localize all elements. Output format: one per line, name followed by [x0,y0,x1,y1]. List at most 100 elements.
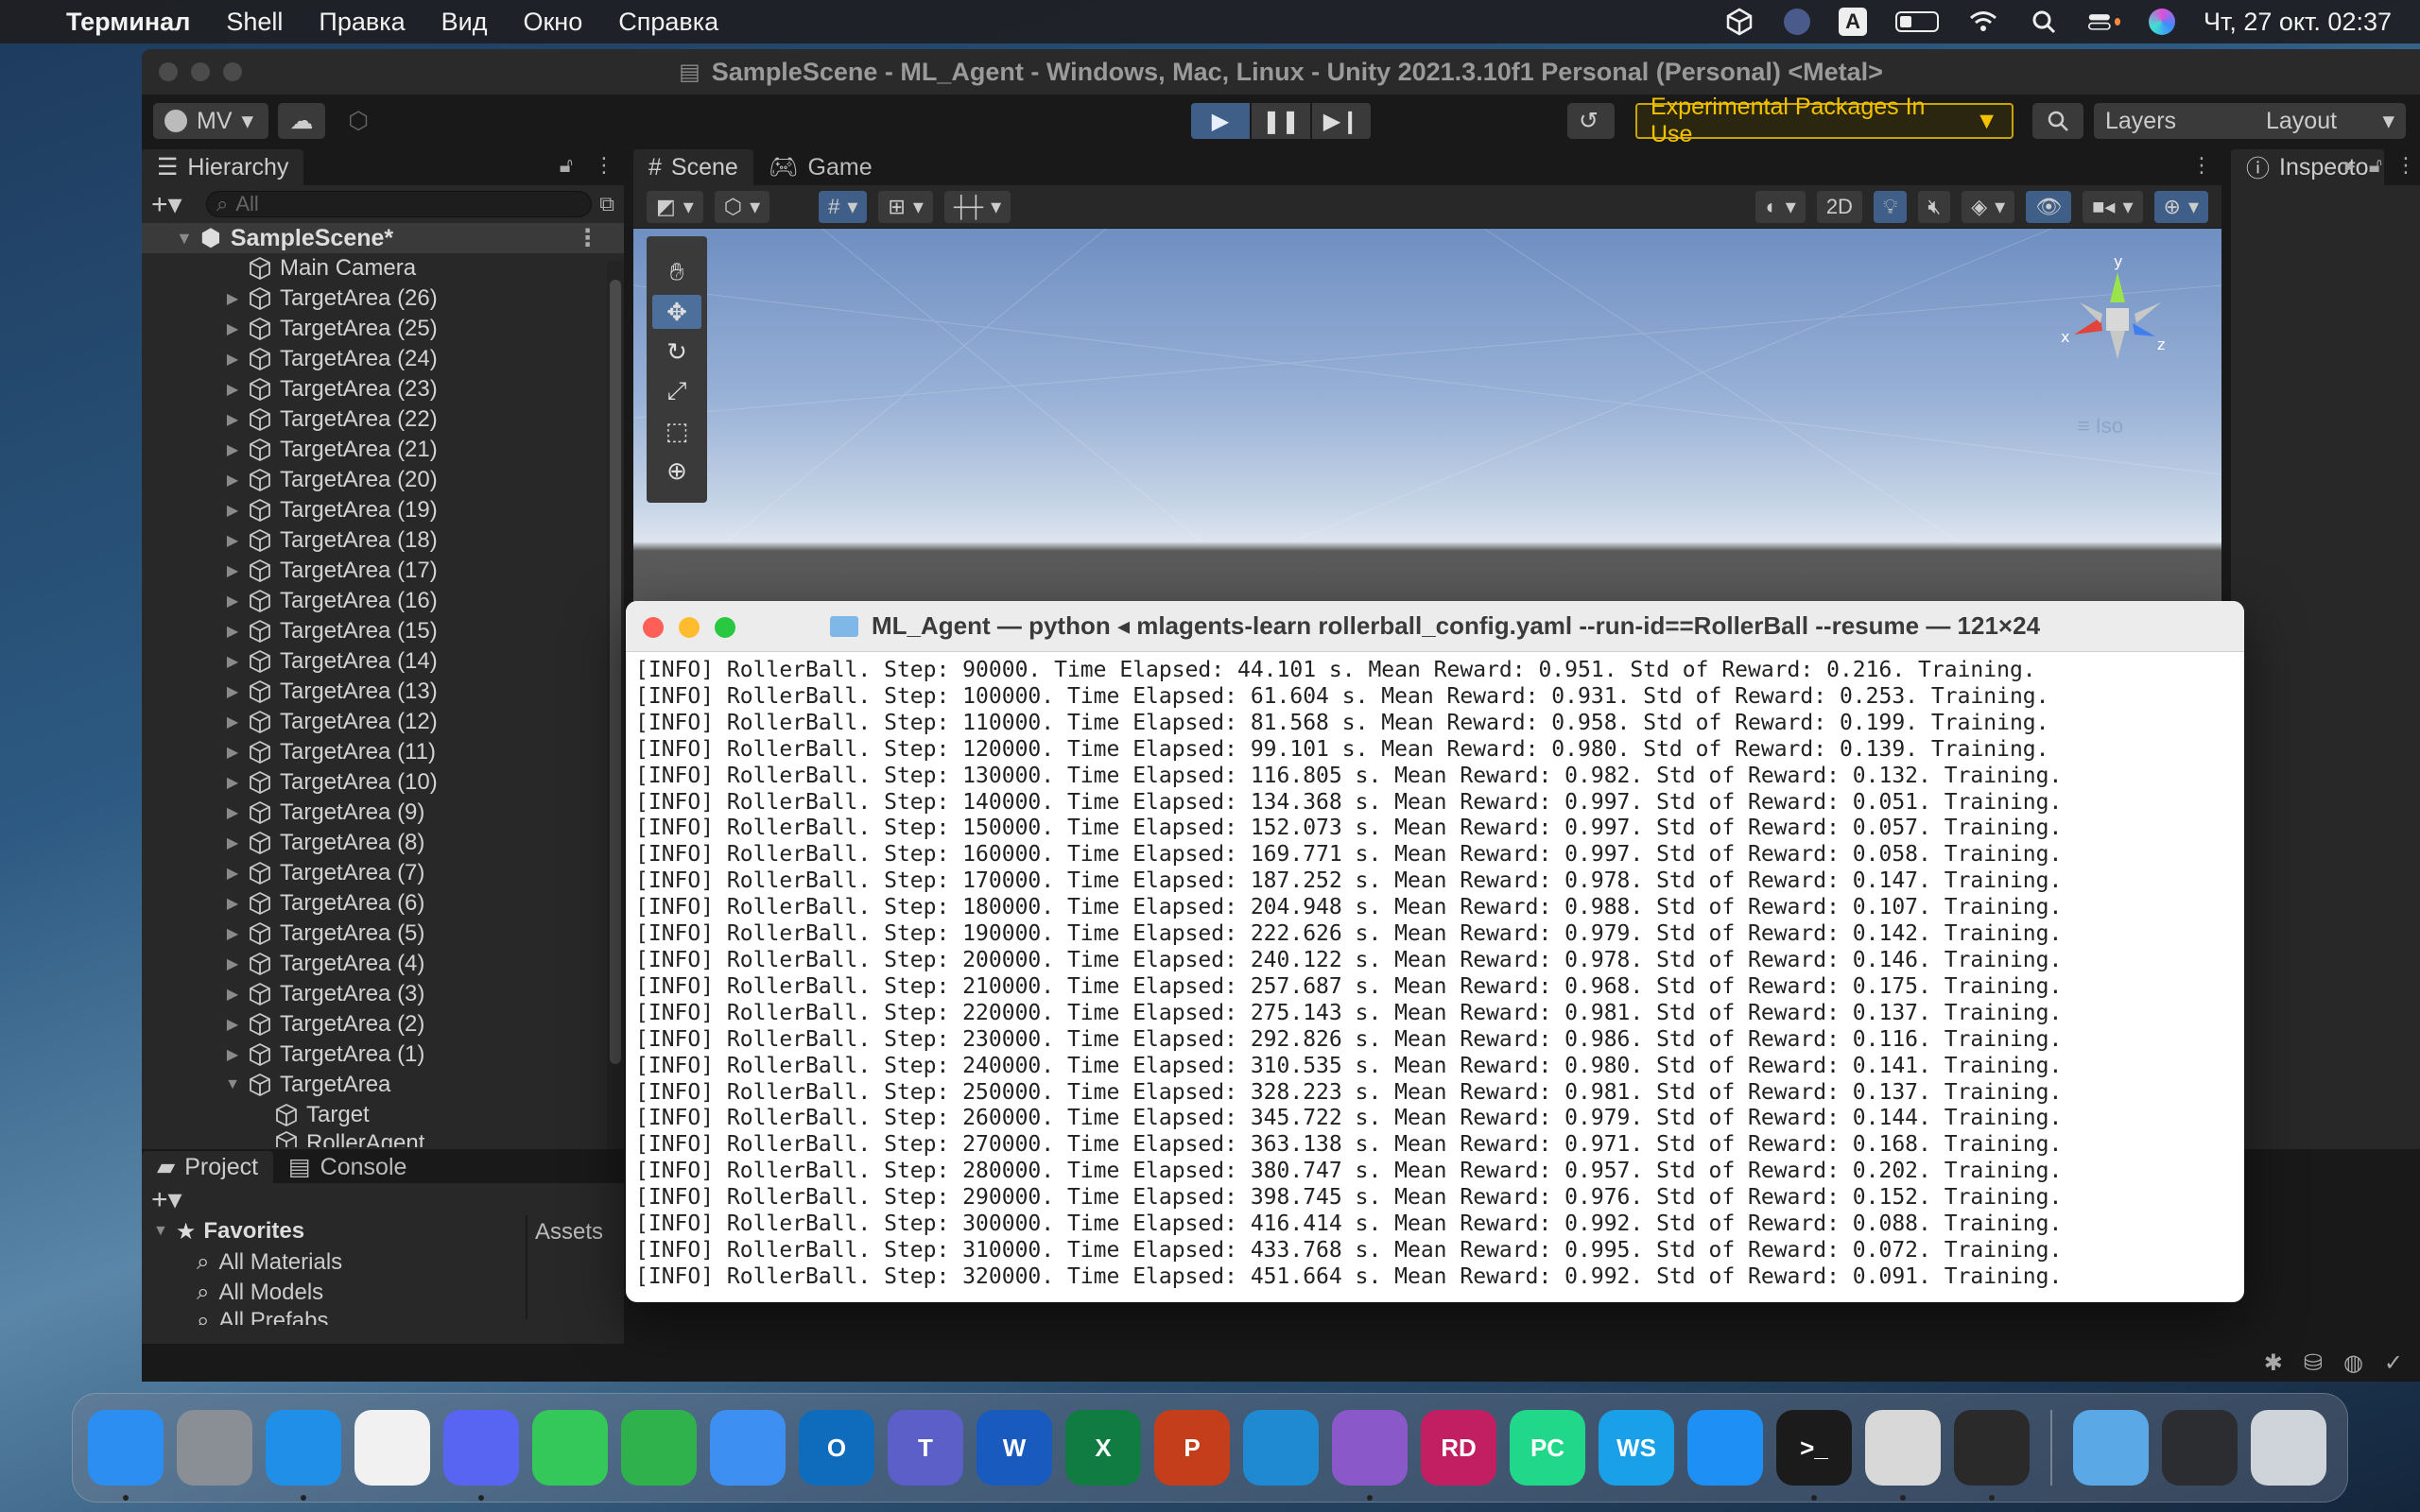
favorite-item[interactable]: ⌕ All Models [142,1278,526,1308]
tab-hierarchy[interactable]: ☰ Hierarchy [142,149,304,185]
expand-arrow-icon[interactable]: ▶ [225,682,240,701]
expand-arrow-icon[interactable]: ▶ [225,440,240,459]
hierarchy-item[interactable]: ▶ TargetArea (22) [142,404,624,435]
rect-tool[interactable]: ⬚ [652,414,701,448]
hierarchy-item[interactable]: ▶ TargetArea (10) [142,767,624,798]
battery-icon[interactable] [1895,11,1940,32]
tab-project[interactable]: ▰ Project [142,1151,274,1183]
visibility-toggle[interactable]: 👁︎ [2026,190,2072,223]
hierarchy-item[interactable]: ▶ TargetArea (8) [142,828,624,858]
account-dropdown[interactable]: MV ▾ [153,103,268,139]
grid-snap-toggle[interactable]: # ▾ [819,190,868,223]
tab-game[interactable]: 🎮︎ Game [753,149,888,185]
gizmos-dropdown[interactable]: ⊕ ▾ [2153,190,2208,223]
expand-arrow-icon[interactable]: ▶ [225,289,240,308]
unity-status-icon[interactable] [1723,8,1755,36]
discord-window-icon[interactable] [2162,1410,2238,1486]
spotlight-search-icon[interactable] [2028,9,2060,35]
downloads-folder-icon[interactable] [2073,1410,2149,1486]
hierarchy-item[interactable]: ▶ TargetArea (6) [142,888,624,919]
minimize-icon[interactable] [191,62,210,81]
messages-icon[interactable] [532,1410,608,1486]
hierarchy-item[interactable]: ▶ TargetArea (16) [142,586,624,616]
render-mode-dropdown[interactable]: ◐ ▾ [1755,190,1806,223]
expand-arrow-icon[interactable]: ▶ [225,803,240,822]
expand-arrow-icon[interactable]: ▶ [225,319,240,338]
safari-icon[interactable] [266,1410,341,1501]
powerpoint-icon[interactable]: P [1154,1410,1230,1486]
pause-button[interactable]: ❚❚ [1252,103,1310,139]
hierarchy-item[interactable]: ▶ TargetArea (19) [142,495,624,525]
zoom-icon[interactable] [223,62,242,81]
collapse-arrow-icon[interactable]: ▼ [225,1076,240,1093]
hierarchy-item[interactable]: ▶ TargetArea (15) [142,616,624,646]
outlook-icon[interactable]: O [799,1410,874,1486]
hierarchy-item[interactable]: ▶ TargetArea (14) [142,646,624,677]
finder-icon[interactable] [88,1410,164,1501]
expand-arrow-icon[interactable]: ▶ [225,1015,240,1034]
orientation-gizmo[interactable]: y x z [2061,255,2174,387]
favorites-header[interactable]: ▼ ★ Favorites [142,1215,526,1247]
expand-arrow-icon[interactable]: ▶ [225,833,240,852]
terminal-icon[interactable]: >_ [1776,1410,1852,1501]
hierarchy-item[interactable]: ▶ TargetArea (20) [142,465,624,495]
terminal-output[interactable]: [INFO] RollerBall. Step: 90000. Time Ela… [626,652,2244,1297]
pycharm-icon[interactable]: PC [1510,1410,1585,1486]
hierarchy-item[interactable]: ▶ TargetArea (11) [142,737,624,767]
layout-dropdown[interactable]: Layout ▾ [2255,103,2406,139]
expand-arrow-icon[interactable]: ▶ [225,924,240,943]
expand-arrow-icon[interactable]: ▶ [225,592,240,610]
siri-icon[interactable] [2149,9,2176,35]
hierarchy-item[interactable]: RollerAgent [142,1130,624,1147]
scene-root-row[interactable]: ▼ ⬢ SampleScene* ⋮ [142,223,624,253]
move-tool[interactable]: ✥ [652,295,701,329]
expand-arrow-icon[interactable]: ▶ [225,410,240,429]
hierarchy-item[interactable]: ▶ TargetArea (3) [142,979,624,1009]
check-circle-icon[interactable]: ✓ [2384,1349,2403,1377]
hierarchy-item[interactable]: ▶ TargetArea (9) [142,798,624,828]
experimental-packages-button[interactable]: Experimental Packages In Use ▼ [1635,94,2014,147]
hierarchy-item[interactable]: ▶ TargetArea (4) [142,949,624,979]
expand-arrow-icon[interactable]: ▶ [225,985,240,1004]
kebab-menu-icon[interactable]: ⋮ [2191,153,2212,178]
expand-arrow-icon[interactable]: ▶ [225,652,240,671]
close-icon[interactable] [643,617,664,638]
search-button[interactable] [2032,103,2083,139]
facetime-icon[interactable] [621,1410,697,1486]
system-preferences-icon[interactable] [177,1410,252,1486]
hierarchy-scrollbar[interactable] [607,261,624,1168]
tab-scene[interactable]: # Scene [633,149,753,185]
minimize-icon[interactable] [679,617,700,638]
webstorm-icon[interactable]: WS [1599,1410,1674,1486]
hierarchy-item[interactable]: ▶ TargetArea (26) [142,284,624,314]
assets-breadcrumb[interactable]: Assets [527,1215,624,1249]
create-dropdown[interactable]: +▾ [151,1183,199,1216]
transform-tool[interactable]: ⊕ [652,454,701,488]
scale-tool[interactable]: ⤢ [652,374,701,408]
hierarchy-item[interactable]: ▶ TargetArea (13) [142,677,624,707]
expand-arrow-icon[interactable]: ▶ [225,622,240,641]
collab-button[interactable]: ⬡ [335,103,382,139]
undo-history-button[interactable]: ↺ [1567,103,1615,139]
audio-toggle[interactable]: 🔇︎ [1918,190,1951,223]
collapse-arrow-icon[interactable]: ▼ [176,229,193,249]
menu-clock[interactable]: Чт, 27 окт. 02:37 [2204,8,2392,37]
expand-arrow-icon[interactable]: ▶ [225,1045,240,1064]
step-button[interactable]: ▶❙ [1312,103,1371,139]
shading-dropdown[interactable]: ⬡ ▾ [714,190,770,223]
expand-arrow-icon[interactable]: ▶ [225,713,240,731]
hierarchy-item[interactable]: ▶ TargetArea (17) [142,556,624,586]
hierarchy-item[interactable]: ▶ TargetArea (18) [142,525,624,556]
increment-snap-dropdown[interactable]: ⊞ ▾ [878,190,933,223]
tab-console[interactable]: ▤ Console [273,1151,422,1183]
debug-icon[interactable]: ✱ [2264,1349,2283,1377]
hierarchy-item[interactable]: ▶ TargetArea (25) [142,314,624,344]
vscode-icon[interactable] [1243,1410,1319,1486]
word-icon[interactable]: W [977,1410,1052,1486]
favorite-item[interactable]: ⌕ All Materials [142,1247,526,1278]
kebab-menu-icon[interactable]: ⋮ [2395,153,2416,178]
ruler-dropdown[interactable]: ┼┼ ▾ [943,190,1011,223]
expand-arrow-icon[interactable]: ▶ [225,894,240,913]
play-small-icon[interactable]: ▸ [2345,153,2356,178]
unity-icon[interactable] [1954,1410,2030,1501]
